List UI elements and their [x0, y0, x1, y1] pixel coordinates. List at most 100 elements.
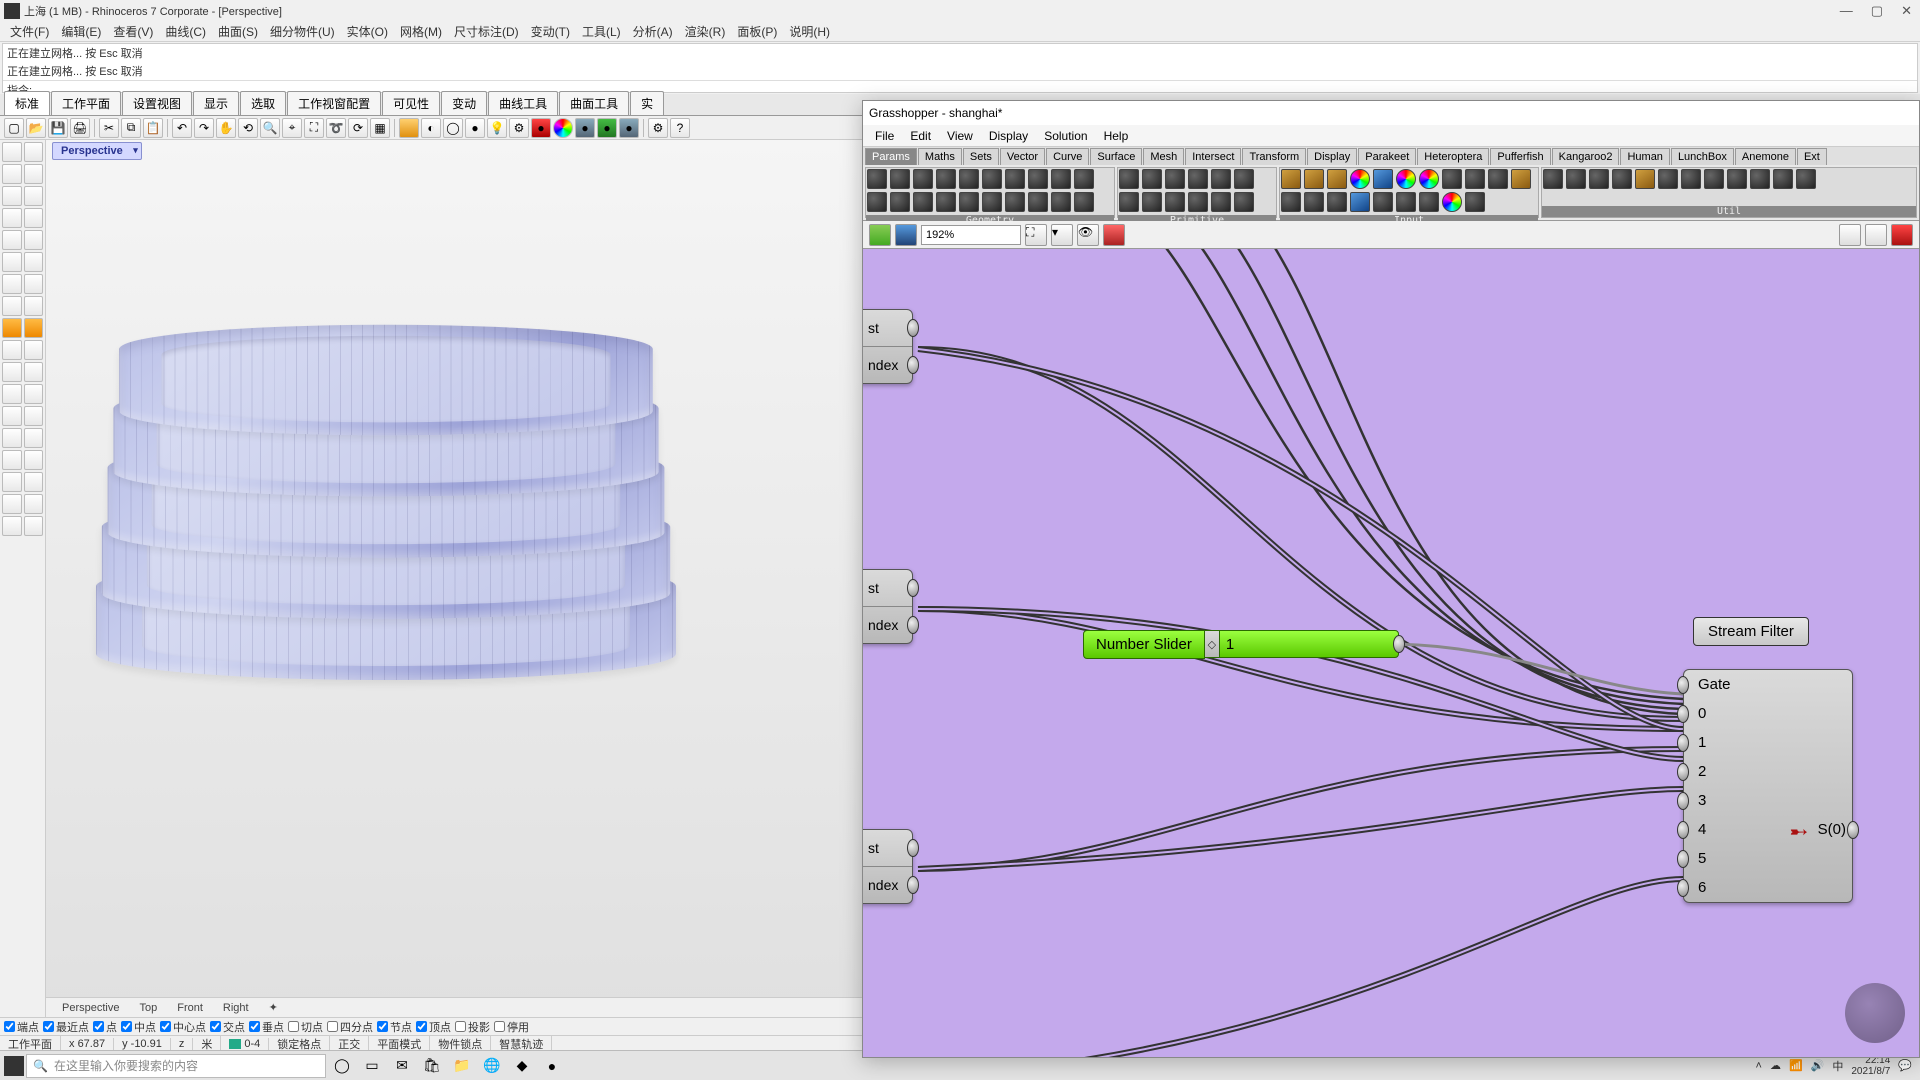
menu-bar[interactable]: 文件(F) 编辑(E) 查看(V) 曲线(C) 曲面(S) 细分物件(U) 实体… — [0, 22, 1920, 42]
gh-tab-pufferfish[interactable]: Pufferfish — [1490, 148, 1550, 165]
gh-tab-maths[interactable]: Maths — [918, 148, 962, 165]
edge-icon[interactable]: 🌐 — [478, 1052, 506, 1080]
print-icon[interactable]: 🖨 — [70, 118, 90, 138]
gate-input-grip[interactable] — [1677, 792, 1689, 810]
redo-icon[interactable]: ↷ — [194, 118, 214, 138]
sphere-tool-icon[interactable] — [24, 274, 44, 294]
tool-d-icon[interactable] — [24, 406, 44, 426]
view-front[interactable]: Front — [167, 1000, 213, 1016]
grasshopper-icon[interactable]: ● — [597, 118, 617, 138]
menu-help[interactable]: 说明(H) — [783, 23, 836, 40]
gh-category-tabs[interactable]: Params Maths Sets Vector Curve Surface M… — [863, 147, 1919, 165]
explode-icon[interactable] — [2, 318, 22, 338]
tab-select[interactable]: 选取 — [240, 91, 286, 115]
rhino-taskbar-icon[interactable]: ◆ — [508, 1052, 536, 1080]
menu-panels[interactable]: 面板(P) — [731, 23, 783, 40]
snap-checkbox[interactable] — [160, 1021, 171, 1032]
gh-compass-icon[interactable] — [1839, 224, 1861, 246]
gh-canvas-toolbar[interactable]: ⛶ ▾ 👁 — [863, 221, 1919, 249]
view-top[interactable]: Top — [129, 1000, 167, 1016]
copy-icon[interactable]: ⧉ — [121, 118, 141, 138]
gh-comp-list-2[interactable]: st ndex — [863, 569, 913, 644]
shade-icon[interactable]: ◐ — [421, 118, 441, 138]
save-icon[interactable]: 💾 — [48, 118, 68, 138]
gh-tab-kangaroo[interactable]: Kangaroo2 — [1552, 148, 1620, 165]
pan-icon[interactable]: ✋ — [216, 118, 236, 138]
tool-g-icon[interactable] — [2, 450, 22, 470]
snap-checkbox[interactable] — [249, 1021, 260, 1032]
gate-input-grip[interactable] — [1677, 763, 1689, 781]
gh-tab-lunchbox[interactable]: LunchBox — [1671, 148, 1734, 165]
tab-transform[interactable]: 变动 — [441, 91, 487, 115]
explorer-icon[interactable]: 📁 — [448, 1052, 476, 1080]
arc-icon[interactable] — [24, 186, 44, 206]
sphere-icon[interactable]: ● — [619, 118, 639, 138]
menu-transform[interactable]: 变动(T) — [525, 23, 576, 40]
snap-checkbox[interactable] — [121, 1021, 132, 1032]
gh-tab-surface[interactable]: Surface — [1090, 148, 1142, 165]
snap-checkbox[interactable] — [455, 1021, 466, 1032]
mesh-icon[interactable] — [2, 296, 22, 316]
slider-name[interactable]: Number Slider — [1083, 630, 1205, 659]
options-icon[interactable]: ⚙ — [509, 118, 529, 138]
gh-ribbon[interactable]: Geometry Primitive Input Util — [863, 165, 1919, 221]
gh-menu-bar[interactable]: File Edit View Display Solution Help — [863, 125, 1919, 147]
snap-checkbox[interactable] — [494, 1021, 505, 1032]
gh-preview-icon[interactable]: 👁 — [1077, 224, 1099, 246]
gate-input-grip[interactable] — [1677, 676, 1689, 694]
menu-dimension[interactable]: 尺寸标注(D) — [448, 23, 525, 40]
tab-surface-tools[interactable]: 曲面工具 — [559, 91, 629, 115]
snap-交点[interactable]: 交点 — [210, 1019, 245, 1035]
tool-k-icon[interactable] — [2, 494, 22, 514]
snap-checkbox[interactable] — [288, 1021, 299, 1032]
new-icon[interactable]: ▢ — [4, 118, 24, 138]
tool-e-icon[interactable] — [2, 428, 22, 448]
status-layer[interactable]: 0-4 — [221, 1038, 269, 1050]
menu-curve[interactable]: 曲线(C) — [159, 23, 212, 40]
undo-icon[interactable]: ↶ — [172, 118, 192, 138]
color-icon[interactable] — [553, 118, 573, 138]
tool-f-icon[interactable] — [24, 428, 44, 448]
viewport-label[interactable]: Perspective — [52, 142, 142, 160]
slider-grip[interactable] — [1205, 630, 1219, 658]
snap-投影[interactable]: 投影 — [455, 1019, 490, 1035]
tool-c-icon[interactable] — [2, 406, 22, 426]
annotate-icon[interactable] — [24, 340, 44, 360]
tab-curve-tools[interactable]: 曲线工具 — [488, 91, 558, 115]
gh-tab-vector[interactable]: Vector — [1000, 148, 1045, 165]
gh-tab-sets[interactable]: Sets — [963, 148, 999, 165]
menu-subd[interactable]: 细分物件(U) — [264, 23, 341, 40]
snap-端点[interactable]: 端点 — [4, 1019, 39, 1035]
cut-icon[interactable]: ✂ — [99, 118, 119, 138]
snap-checkbox[interactable] — [93, 1021, 104, 1032]
gh-output-grip[interactable] — [907, 876, 919, 894]
gh-title-bar[interactable]: Grasshopper - shanghai* — [863, 101, 1919, 125]
lasso-sel-icon[interactable] — [24, 142, 44, 162]
zoom-window-icon[interactable]: ⛶ — [304, 118, 324, 138]
gh-zoom-input[interactable] — [921, 225, 1021, 245]
rect-icon[interactable] — [2, 208, 22, 228]
gh-save-icon[interactable] — [895, 224, 917, 246]
gh-tab-display[interactable]: Display — [1307, 148, 1357, 165]
tray-chevron-icon[interactable]: ˄ — [1756, 1060, 1762, 1072]
tab-standard[interactable]: 标准 — [4, 91, 50, 115]
gh-open-icon[interactable] — [869, 224, 891, 246]
tab-visibility[interactable]: 可见性 — [382, 91, 440, 115]
gh-markov-icon[interactable] — [1865, 224, 1887, 246]
tool-j-icon[interactable] — [24, 472, 44, 492]
cplane-icon[interactable]: ▦ — [370, 118, 390, 138]
light-icon[interactable]: 💡 — [487, 118, 507, 138]
grasshopper-window[interactable]: Grasshopper - shanghai* File Edit View D… — [862, 100, 1920, 1058]
open-icon[interactable]: 📂 — [26, 118, 46, 138]
gate-output-grip[interactable] — [1847, 821, 1859, 839]
gh-cluster-icon[interactable] — [1891, 224, 1913, 246]
cortana-icon[interactable]: ▭ — [358, 1052, 386, 1080]
tray-volume-icon[interactable]: 🔊 — [1811, 1059, 1825, 1072]
snap-checkbox[interactable] — [416, 1021, 427, 1032]
lasso-icon[interactable]: ➰ — [326, 118, 346, 138]
tab-setview[interactable]: 设置视图 — [122, 91, 192, 115]
menu-analyze[interactable]: 分析(A) — [627, 23, 679, 40]
freeform-icon[interactable] — [24, 230, 44, 250]
ghosted-icon[interactable]: ◯ — [443, 118, 463, 138]
gh-menu-file[interactable]: File — [867, 129, 902, 143]
